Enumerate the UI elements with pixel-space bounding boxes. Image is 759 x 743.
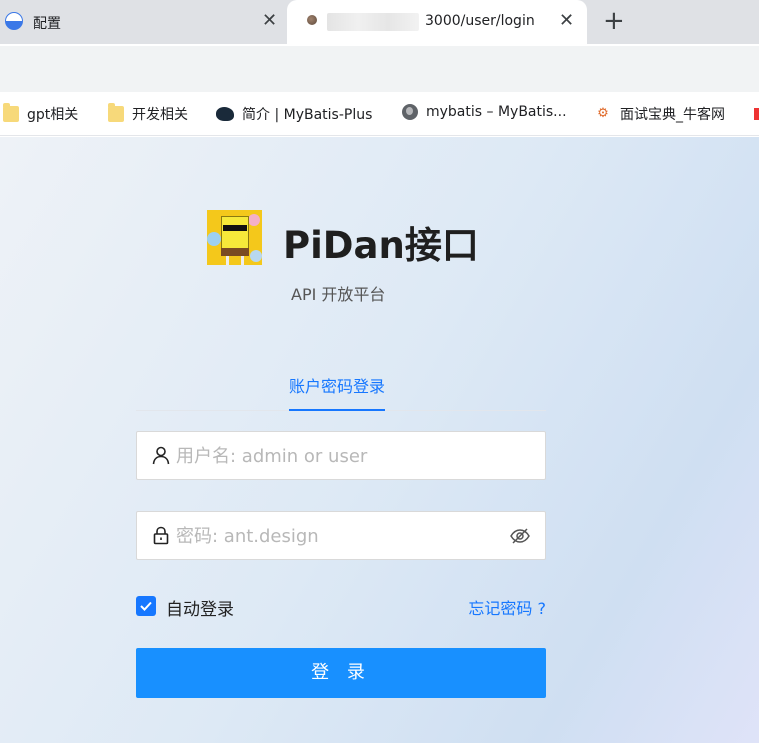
login-button[interactable]: 登 录 <box>136 648 546 698</box>
auto-login-checkbox[interactable] <box>136 596 156 616</box>
login-tabs: 账户密码登录 <box>136 373 546 411</box>
tab-title: 3000/user/login <box>425 13 535 29</box>
bookmark-label: mybatis – MyBatis... <box>426 104 567 120</box>
app-logo <box>207 210 262 265</box>
username-input[interactable] <box>176 440 506 472</box>
nowcoder-icon: ⚙ <box>597 106 609 121</box>
browser-tab-login[interactable]: 3000/user/login ✕ <box>287 0 587 46</box>
bookmark-nowcoder[interactable]: ⚙ 面试宝典_牛客网 <box>594 104 725 124</box>
user-icon <box>152 446 170 465</box>
app-title: PiDan接口 <box>283 224 479 267</box>
tab-title: 配置 <box>33 16 61 32</box>
forgot-password-link[interactable]: 忘记密码 ? <box>468 595 546 619</box>
address-bar-area <box>0 46 759 92</box>
eye-invisible-icon[interactable] <box>509 525 531 547</box>
app-subtitle: API 开放平台 <box>291 285 386 304</box>
round-icon <box>307 15 317 25</box>
username-field[interactable] <box>136 431 546 480</box>
half-circle-icon <box>5 12 23 30</box>
bookmark-label: gpt相关 <box>27 107 79 123</box>
checkmark-icon <box>140 601 152 611</box>
bookmarks-bar: gpt相关 开发相关 简介 | MyBatis-Plus mybatis – M… <box>0 92 759 136</box>
bookmark-label: 面试宝典_牛客网 <box>620 107 725 123</box>
folder-icon <box>108 103 124 122</box>
bookmark-mybatis[interactable]: mybatis – MyBatis... <box>402 104 567 120</box>
login-options: 自动登录 忘记密码 ? <box>136 595 546 620</box>
lock-icon <box>153 526 169 545</box>
globe-icon <box>402 104 418 120</box>
blurred-url-prefix <box>327 13 419 31</box>
bookmark-label: 简介 | MyBatis-Plus <box>242 107 373 123</box>
folder-icon <box>3 103 19 122</box>
bookmark-dev[interactable]: 开发相关 <box>108 103 188 124</box>
tab-account-password[interactable]: 账户密码登录 <box>289 373 386 411</box>
bird-icon <box>216 107 234 121</box>
password-input[interactable] <box>176 520 506 552</box>
password-field[interactable] <box>136 511 546 560</box>
auto-login-label[interactable]: 自动登录 <box>166 595 234 620</box>
close-tab-icon[interactable]: ✕ <box>559 10 574 31</box>
bookmark-overflow-icon[interactable] <box>754 108 759 120</box>
browser-tab-strip: 配置 ✕ 3000/user/login ✕ + <box>0 0 759 46</box>
close-tab-icon[interactable]: ✕ <box>262 10 277 31</box>
new-tab-button[interactable]: + <box>603 6 625 36</box>
login-page: PiDan接口 API 开放平台 账户密码登录 自动登录 忘记密 <box>0 137 759 743</box>
bookmark-gpt[interactable]: gpt相关 <box>3 103 79 124</box>
bookmark-label: 开发相关 <box>132 107 188 123</box>
browser-tab-config[interactable]: 配置 ✕ <box>0 0 286 44</box>
bookmark-mybatis-plus[interactable]: 简介 | MyBatis-Plus <box>216 104 372 124</box>
